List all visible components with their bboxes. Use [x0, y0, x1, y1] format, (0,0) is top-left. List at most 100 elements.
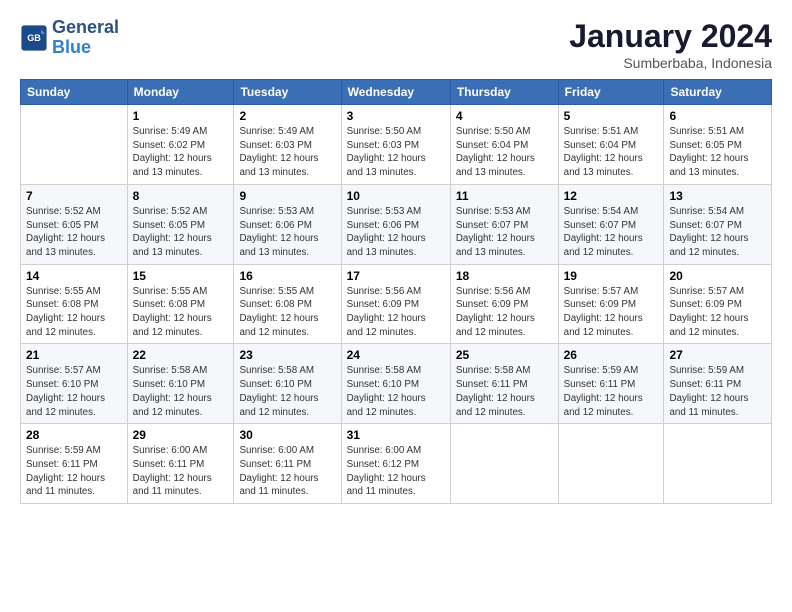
logo-line1: General — [52, 18, 119, 38]
logo-text: General Blue — [52, 18, 119, 58]
day-info: Sunrise: 5:50 AM Sunset: 6:04 PM Dayligh… — [456, 125, 553, 180]
calendar-cell: 3 Sunrise: 5:50 AM Sunset: 6:03 PM Daylig… — [341, 105, 450, 185]
day-header-tuesday: Tuesday — [234, 80, 341, 105]
calendar-cell: 23Sunrise: 5:58 AM Sunset: 6:10 PM Dayli… — [234, 344, 341, 424]
day-header-monday: Monday — [127, 80, 234, 105]
day-header-friday: Friday — [558, 80, 664, 105]
calendar-cell: 2 Sunrise: 5:49 AM Sunset: 6:03 PM Daylig… — [234, 105, 341, 185]
day-number: 17 — [347, 269, 445, 283]
calendar-cell — [664, 424, 772, 504]
calendar-cell: 26 Sunrise: 5:59 AM Sunset: 6:11 PM Dayli… — [558, 344, 664, 424]
calendar-week-1: 1Sunrise: 5:49 AM Sunset: 6:02 PM Daylig… — [21, 105, 772, 185]
day-number: 10 — [347, 189, 445, 203]
day-info: Sunrise: 5:55 AM Sunset: 6:08 PM Dayligh… — [133, 285, 229, 340]
day-info: Sunrise: 5:57 AM Sunset: 6:10 PM Dayligh… — [26, 364, 122, 419]
day-info: Sunrise: 5:53 AM Sunset: 6:06 PM Dayligh… — [347, 205, 445, 260]
day-number: 20 — [669, 269, 766, 283]
day-number: 19 — [564, 269, 659, 283]
day-info: Sunrise: 5:57 AM Sunset: 6:09 PM Dayligh… — [669, 285, 766, 340]
day-info: Sunrise: 5:50 AM Sunset: 6:03 PM Dayligh… — [347, 125, 445, 180]
day-number: 4 — [456, 109, 553, 123]
day-number: 24 — [347, 348, 445, 362]
calendar-cell: 25 Sunrise: 5:58 AM Sunset: 6:11 PM Dayli… — [450, 344, 558, 424]
calendar-cell: 17 Sunrise: 5:56 AM Sunset: 6:09 PM Dayli… — [341, 264, 450, 344]
day-info: Sunrise: 5:56 AM Sunset: 6:09 PM Dayligh… — [456, 285, 553, 340]
day-info: Sunrise: 5:54 AM Sunset: 6:07 PM Dayligh… — [669, 205, 766, 260]
calendar-cell: 27Sunrise: 5:59 AM Sunset: 6:11 PM Dayli… — [664, 344, 772, 424]
calendar-cell: 19 Sunrise: 5:57 AM Sunset: 6:09 PM Dayli… — [558, 264, 664, 344]
day-info: Sunrise: 5:53 AM Sunset: 6:06 PM Dayligh… — [239, 205, 335, 260]
calendar-week-4: 21 Sunrise: 5:57 AM Sunset: 6:10 PM Dayli… — [21, 344, 772, 424]
day-info: Sunrise: 5:51 AM Sunset: 6:04 PM Dayligh… — [564, 125, 659, 180]
day-info: Sunrise: 5:58 AM Sunset: 6:10 PM Dayligh… — [133, 364, 229, 419]
calendar-cell — [558, 424, 664, 504]
day-number: 6 — [669, 109, 766, 123]
logo-line2: Blue — [52, 38, 119, 58]
day-info: Sunrise: 5:54 AM Sunset: 6:07 PM Dayligh… — [564, 205, 659, 260]
day-number: 3 — [347, 109, 445, 123]
calendar-cell: 16Sunrise: 5:55 AM Sunset: 6:08 PM Dayli… — [234, 264, 341, 344]
calendar-cell: 7Sunrise: 5:52 AM Sunset: 6:05 PM Daylig… — [21, 184, 128, 264]
calendar-cell: 31 Sunrise: 6:00 AM Sunset: 6:12 PM Dayli… — [341, 424, 450, 504]
svg-text:GB: GB — [27, 33, 41, 43]
day-number: 12 — [564, 189, 659, 203]
calendar-header-row: SundayMondayTuesdayWednesdayThursdayFrid… — [21, 80, 772, 105]
day-number: 26 — [564, 348, 659, 362]
calendar-cell: 22 Sunrise: 5:58 AM Sunset: 6:10 PM Dayli… — [127, 344, 234, 424]
day-header-saturday: Saturday — [664, 80, 772, 105]
logo-icon: GB — [20, 24, 48, 52]
day-info: Sunrise: 5:51 AM Sunset: 6:05 PM Dayligh… — [669, 125, 766, 180]
day-number: 8 — [133, 189, 229, 203]
day-number: 14 — [26, 269, 122, 283]
day-number: 13 — [669, 189, 766, 203]
calendar-cell: 15 Sunrise: 5:55 AM Sunset: 6:08 PM Dayli… — [127, 264, 234, 344]
calendar-cell: 6 Sunrise: 5:51 AM Sunset: 6:05 PM Daylig… — [664, 105, 772, 185]
calendar-cell: 14Sunrise: 5:55 AM Sunset: 6:08 PM Dayli… — [21, 264, 128, 344]
day-info: Sunrise: 6:00 AM Sunset: 6:11 PM Dayligh… — [133, 444, 229, 499]
day-number: 29 — [133, 428, 229, 442]
day-info: Sunrise: 5:59 AM Sunset: 6:11 PM Dayligh… — [564, 364, 659, 419]
day-number: 7 — [26, 189, 122, 203]
day-number: 16 — [239, 269, 335, 283]
title-area: January 2024 Sumberbaba, Indonesia — [569, 18, 772, 71]
day-info: Sunrise: 6:00 AM Sunset: 6:11 PM Dayligh… — [239, 444, 335, 499]
calendar-cell: 5 Sunrise: 5:51 AM Sunset: 6:04 PM Daylig… — [558, 105, 664, 185]
day-number: 21 — [26, 348, 122, 362]
calendar-week-2: 7Sunrise: 5:52 AM Sunset: 6:05 PM Daylig… — [21, 184, 772, 264]
calendar-cell: 21 Sunrise: 5:57 AM Sunset: 6:10 PM Dayli… — [21, 344, 128, 424]
day-info: Sunrise: 5:57 AM Sunset: 6:09 PM Dayligh… — [564, 285, 659, 340]
day-info: Sunrise: 6:00 AM Sunset: 6:12 PM Dayligh… — [347, 444, 445, 499]
calendar-cell: 8Sunrise: 5:52 AM Sunset: 6:05 PM Daylig… — [127, 184, 234, 264]
day-info: Sunrise: 5:59 AM Sunset: 6:11 PM Dayligh… — [669, 364, 766, 419]
calendar-week-5: 28Sunrise: 5:59 AM Sunset: 6:11 PM Dayli… — [21, 424, 772, 504]
day-number: 5 — [564, 109, 659, 123]
day-number: 15 — [133, 269, 229, 283]
calendar-cell: 10 Sunrise: 5:53 AM Sunset: 6:06 PM Dayli… — [341, 184, 450, 264]
logo: GB General Blue — [20, 18, 119, 58]
day-number: 11 — [456, 189, 553, 203]
calendar-cell: 18 Sunrise: 5:56 AM Sunset: 6:09 PM Dayli… — [450, 264, 558, 344]
calendar-cell: 30 Sunrise: 6:00 AM Sunset: 6:11 PM Dayli… — [234, 424, 341, 504]
calendar-cell: 24Sunrise: 5:58 AM Sunset: 6:10 PM Dayli… — [341, 344, 450, 424]
day-info: Sunrise: 5:53 AM Sunset: 6:07 PM Dayligh… — [456, 205, 553, 260]
calendar-table: SundayMondayTuesdayWednesdayThursdayFrid… — [20, 79, 772, 504]
month-title: January 2024 — [569, 18, 772, 55]
calendar-cell: 13 Sunrise: 5:54 AM Sunset: 6:07 PM Dayli… — [664, 184, 772, 264]
location-subtitle: Sumberbaba, Indonesia — [569, 55, 772, 71]
day-number: 2 — [239, 109, 335, 123]
day-number: 28 — [26, 428, 122, 442]
day-info: Sunrise: 5:49 AM Sunset: 6:02 PM Dayligh… — [133, 125, 229, 180]
day-info: Sunrise: 5:58 AM Sunset: 6:11 PM Dayligh… — [456, 364, 553, 419]
day-info: Sunrise: 5:49 AM Sunset: 6:03 PM Dayligh… — [239, 125, 335, 180]
day-header-wednesday: Wednesday — [341, 80, 450, 105]
calendar-cell: 9Sunrise: 5:53 AM Sunset: 6:06 PM Daylig… — [234, 184, 341, 264]
day-number: 18 — [456, 269, 553, 283]
day-info: Sunrise: 5:56 AM Sunset: 6:09 PM Dayligh… — [347, 285, 445, 340]
calendar-cell — [450, 424, 558, 504]
day-number: 22 — [133, 348, 229, 362]
header: GB General Blue January 2024 Sumberbaba,… — [20, 18, 772, 71]
day-number: 30 — [239, 428, 335, 442]
day-number: 31 — [347, 428, 445, 442]
calendar-cell: 28Sunrise: 5:59 AM Sunset: 6:11 PM Dayli… — [21, 424, 128, 504]
day-number: 25 — [456, 348, 553, 362]
